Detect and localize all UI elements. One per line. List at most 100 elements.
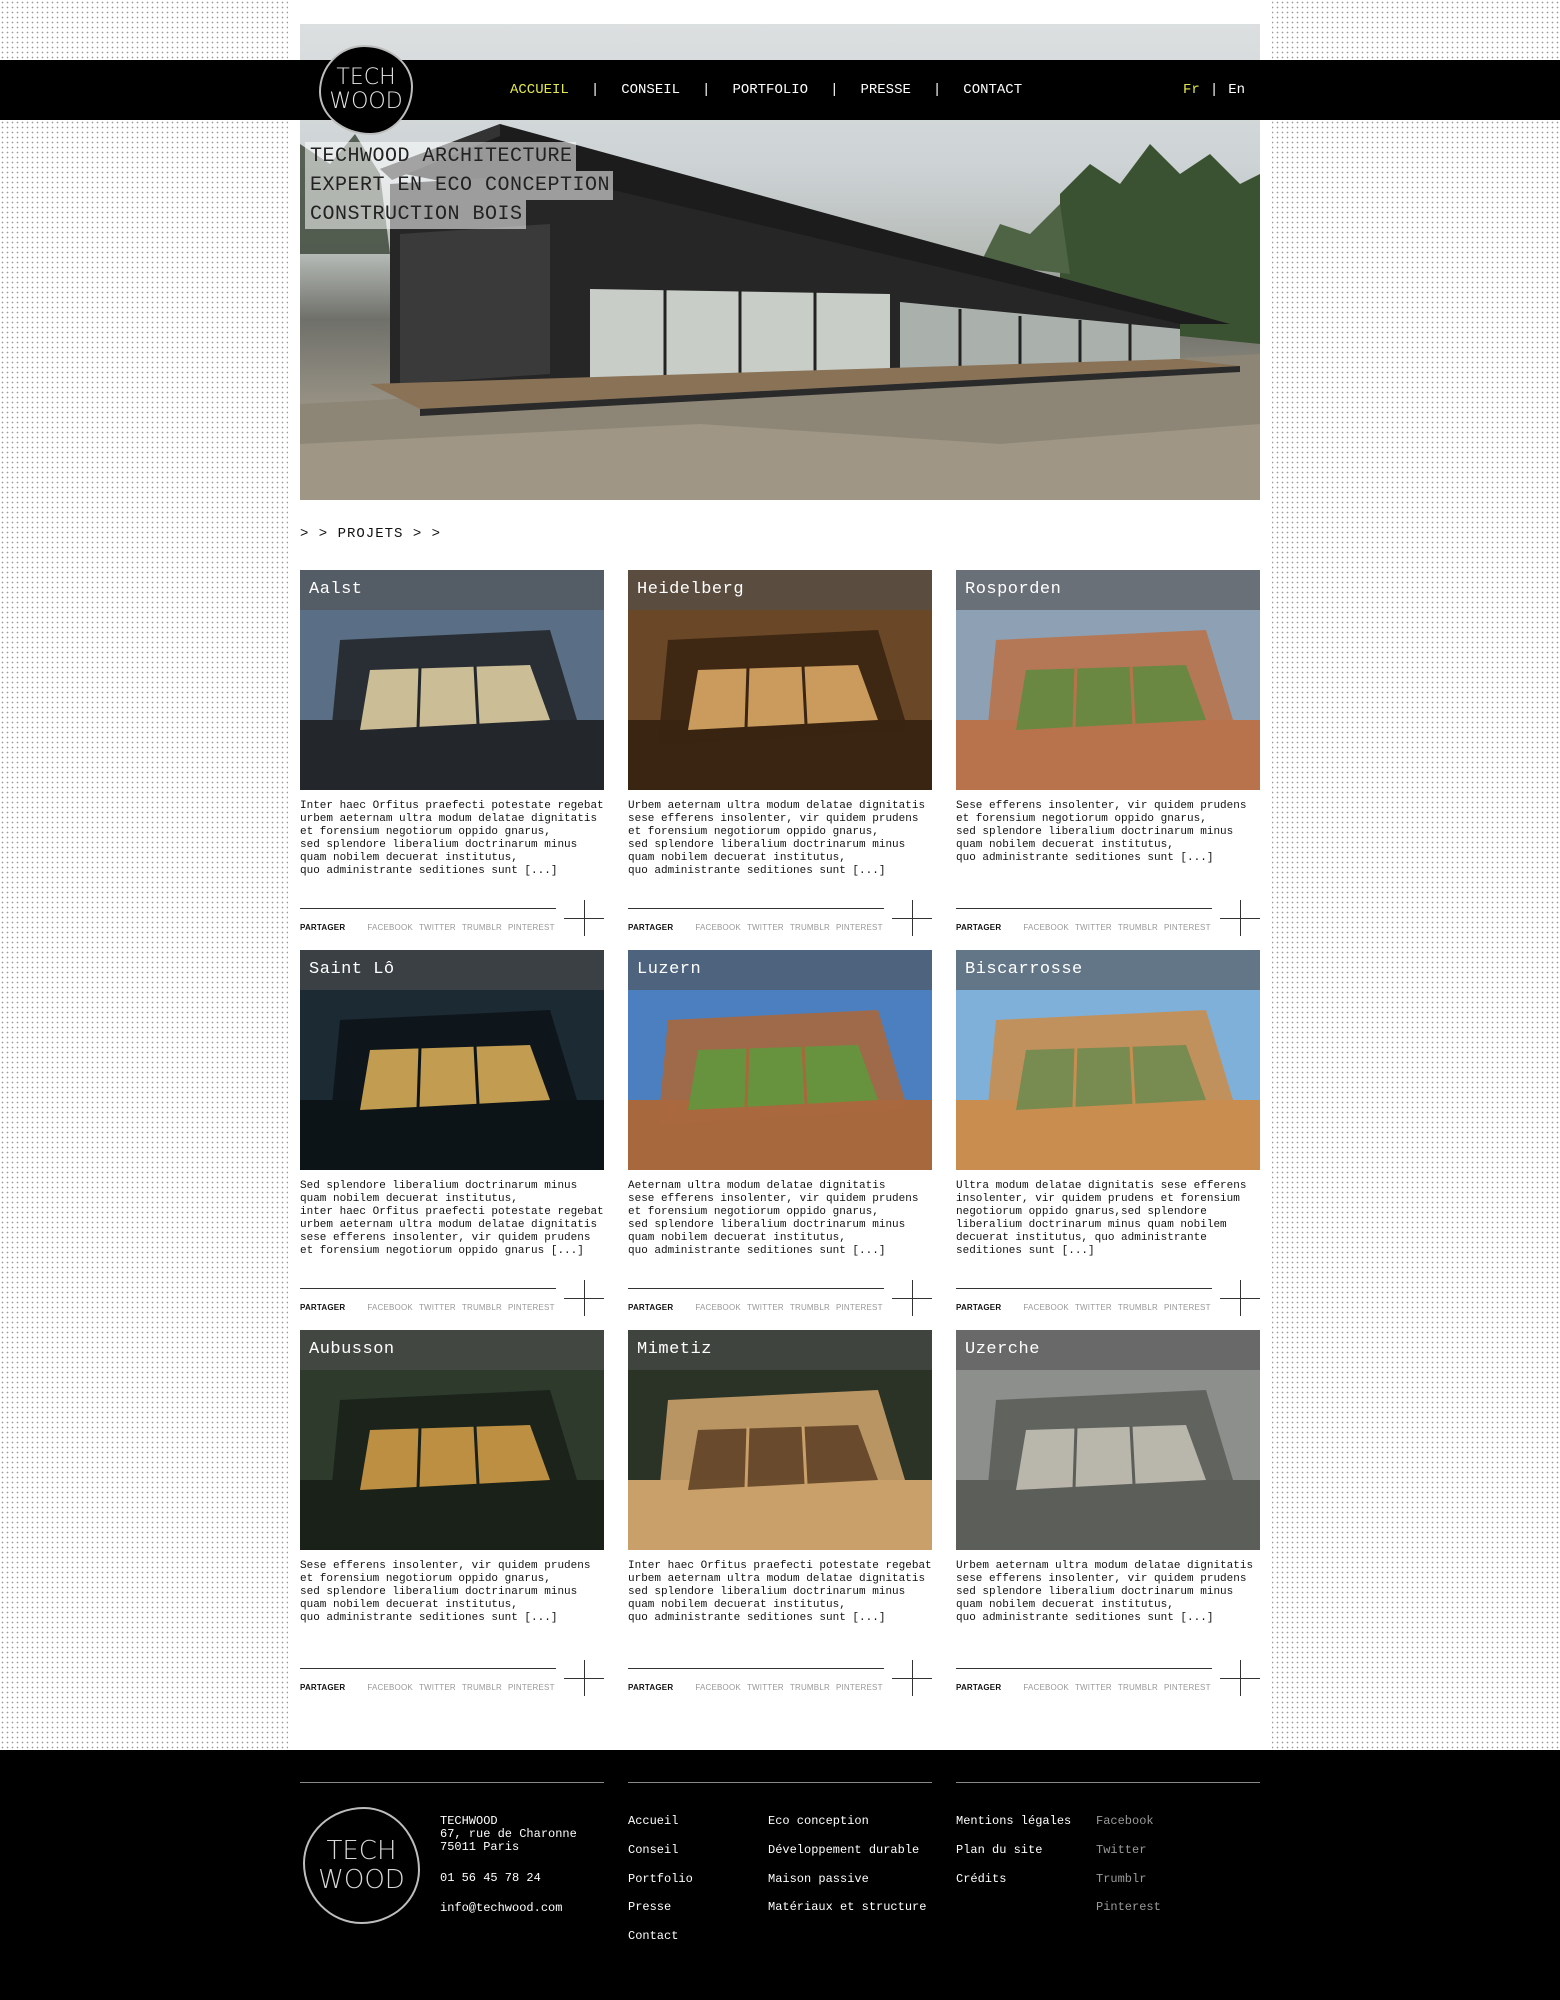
share-facebook-link[interactable]: FACEBOOK [367, 1683, 413, 1692]
footer-link-developpement-durable[interactable]: Développement durable [768, 1843, 919, 1857]
expand-plus-icon[interactable] [892, 1298, 932, 1299]
share-pinterest-link[interactable]: PINTEREST [1164, 923, 1211, 932]
footer-link-mentions-legales[interactable]: Mentions légales [956, 1814, 1071, 1828]
share-trumblr-link[interactable]: TRUMBLR [1118, 1303, 1158, 1312]
share-facebook-link[interactable]: FACEBOOK [367, 1303, 413, 1312]
share-trumblr-link[interactable]: TRUMBLR [462, 1303, 502, 1312]
footer-link-materiaux-structure[interactable]: Matériaux et structure [768, 1900, 926, 1914]
share-twitter-link[interactable]: TWITTER [419, 923, 456, 932]
project-image[interactable]: Aubusson [300, 1330, 604, 1550]
project-title[interactable]: Uzerche [956, 1330, 1260, 1370]
share-twitter-link[interactable]: TWITTER [419, 1303, 456, 1312]
share-label: PARTAGER [956, 923, 1002, 932]
expand-plus-icon[interactable] [1220, 1678, 1260, 1679]
nav-item-portfolio[interactable]: PORTFOLIO [732, 82, 808, 98]
footer-email-link[interactable]: info@techwood.com [440, 1901, 562, 1915]
share-pinterest-link[interactable]: PINTEREST [836, 1683, 883, 1692]
expand-plus-icon[interactable] [1220, 918, 1260, 919]
footer-social-pinterest[interactable]: Pinterest [1096, 1900, 1161, 1914]
project-card[interactable]: Luzern Aeternam ultra modum delatae digni… [628, 950, 932, 1318]
nav-item-accueil[interactable]: ACCUEIL [510, 82, 569, 98]
project-card[interactable]: Saint Lô Sed splendore liberalium doctrin… [300, 950, 604, 1318]
expand-plus-icon[interactable] [1220, 1298, 1260, 1299]
footer-link-contact[interactable]: Contact [628, 1929, 678, 1943]
project-image[interactable]: Biscarrosse [956, 950, 1260, 1170]
share-twitter-link[interactable]: TWITTER [747, 1303, 784, 1312]
footer-link-conseil[interactable]: Conseil [628, 1843, 678, 1857]
lang-en-link[interactable]: En [1228, 82, 1245, 98]
nav-item-contact[interactable]: CONTACT [963, 82, 1022, 98]
share-pinterest-link[interactable]: PINTEREST [836, 923, 883, 932]
footer-social-twitter[interactable]: Twitter [1096, 1843, 1146, 1857]
expand-plus-icon[interactable] [564, 918, 604, 919]
share-twitter-link[interactable]: TWITTER [747, 923, 784, 932]
expand-plus-icon[interactable] [892, 918, 932, 919]
footer-social-trumblr[interactable]: Trumblr [1096, 1872, 1146, 1886]
share-pinterest-link[interactable]: PINTEREST [508, 1303, 555, 1312]
share-trumblr-link[interactable]: TRUMBLR [1118, 923, 1158, 932]
footer-link-presse[interactable]: Presse [628, 1900, 671, 1914]
share-twitter-link[interactable]: TWITTER [747, 1683, 784, 1692]
project-title[interactable]: Mimetiz [628, 1330, 932, 1370]
share-twitter-link[interactable]: TWITTER [1075, 1683, 1112, 1692]
footer-link-portfolio[interactable]: Portfolio [628, 1872, 693, 1886]
share-twitter-link[interactable]: TWITTER [419, 1683, 456, 1692]
expand-plus-icon[interactable] [564, 1678, 604, 1679]
project-card[interactable]: Uzerche Urbem aeternam ultra modum delata… [956, 1330, 1260, 1698]
footer-link-plan-du-site[interactable]: Plan du site [956, 1843, 1042, 1857]
project-card[interactable]: Rosporden Sese efferens insolenter, vir q… [956, 570, 1260, 938]
project-title[interactable]: Heidelberg [628, 570, 932, 610]
footer-link-eco-conception[interactable]: Eco conception [768, 1814, 869, 1828]
share-trumblr-link[interactable]: TRUMBLR [790, 1303, 830, 1312]
footer-link-accueil[interactable]: Accueil [628, 1814, 678, 1828]
share-facebook-link[interactable]: FACEBOOK [695, 923, 741, 932]
share-facebook-link[interactable]: FACEBOOK [1023, 1303, 1069, 1312]
project-title[interactable]: Saint Lô [300, 950, 604, 990]
share-trumblr-link[interactable]: TRUMBLR [790, 923, 830, 932]
project-card[interactable]: Mimetiz Inter haec Orfitus praefecti pote… [628, 1330, 932, 1698]
nav-item-presse[interactable]: PRESSE [860, 82, 910, 98]
footer-social-facebook[interactable]: Facebook [1096, 1814, 1154, 1828]
share-twitter-link[interactable]: TWITTER [1075, 923, 1112, 932]
share-facebook-link[interactable]: FACEBOOK [367, 923, 413, 932]
project-image[interactable]: Mimetiz [628, 1330, 932, 1550]
footer-link-maison-passive[interactable]: Maison passive [768, 1872, 869, 1886]
techwood-logo[interactable]: TECH WOOD [319, 45, 413, 135]
share-trumblr-link[interactable]: TRUMBLR [1118, 1683, 1158, 1692]
expand-plus-icon[interactable] [892, 1678, 932, 1679]
share-facebook-link[interactable]: FACEBOOK [695, 1303, 741, 1312]
footer-link-credits[interactable]: Crédits [956, 1872, 1006, 1886]
project-image[interactable]: Heidelberg [628, 570, 932, 790]
share-bar: PARTAGER FACEBOOK TWITTER TRUMBLR PINTEREST [300, 923, 555, 932]
project-image[interactable]: Aalst [300, 570, 604, 790]
share-pinterest-link[interactable]: PINTEREST [1164, 1303, 1211, 1312]
lang-fr-link[interactable]: Fr [1183, 82, 1200, 98]
project-card[interactable]: Heidelberg Urbem aeternam ultra modum del… [628, 570, 932, 938]
share-pinterest-link[interactable]: PINTEREST [508, 923, 555, 932]
project-image[interactable]: Saint Lô [300, 950, 604, 1170]
share-trumblr-link[interactable]: TRUMBLR [462, 1683, 502, 1692]
project-title[interactable]: Luzern [628, 950, 932, 990]
project-card[interactable]: Aubusson Sese efferens insolenter, vir qu… [300, 1330, 604, 1698]
share-trumblr-link[interactable]: TRUMBLR [462, 923, 502, 932]
project-image[interactable]: Luzern [628, 950, 932, 1170]
project-card[interactable]: Biscarrosse Ultra modum delatae dignitati… [956, 950, 1260, 1318]
share-pinterest-link[interactable]: PINTEREST [508, 1683, 555, 1692]
project-image[interactable]: Uzerche [956, 1330, 1260, 1550]
share-facebook-link[interactable]: FACEBOOK [1023, 923, 1069, 932]
share-facebook-link[interactable]: FACEBOOK [1023, 1683, 1069, 1692]
project-title[interactable]: Aalst [300, 570, 604, 610]
footer-logo[interactable]: TECH WOOD [303, 1807, 420, 1924]
project-image[interactable]: Rosporden [956, 570, 1260, 790]
nav-item-conseil[interactable]: CONSEIL [621, 82, 680, 98]
project-title[interactable]: Rosporden [956, 570, 1260, 610]
share-twitter-link[interactable]: TWITTER [1075, 1303, 1112, 1312]
project-title[interactable]: Aubusson [300, 1330, 604, 1370]
project-title[interactable]: Biscarrosse [956, 950, 1260, 990]
share-pinterest-link[interactable]: PINTEREST [836, 1303, 883, 1312]
share-pinterest-link[interactable]: PINTEREST [1164, 1683, 1211, 1692]
share-facebook-link[interactable]: FACEBOOK [695, 1683, 741, 1692]
project-card[interactable]: Aalst Inter haec Orfitus praefecti potest… [300, 570, 604, 938]
expand-plus-icon[interactable] [564, 1298, 604, 1299]
share-trumblr-link[interactable]: TRUMBLR [790, 1683, 830, 1692]
